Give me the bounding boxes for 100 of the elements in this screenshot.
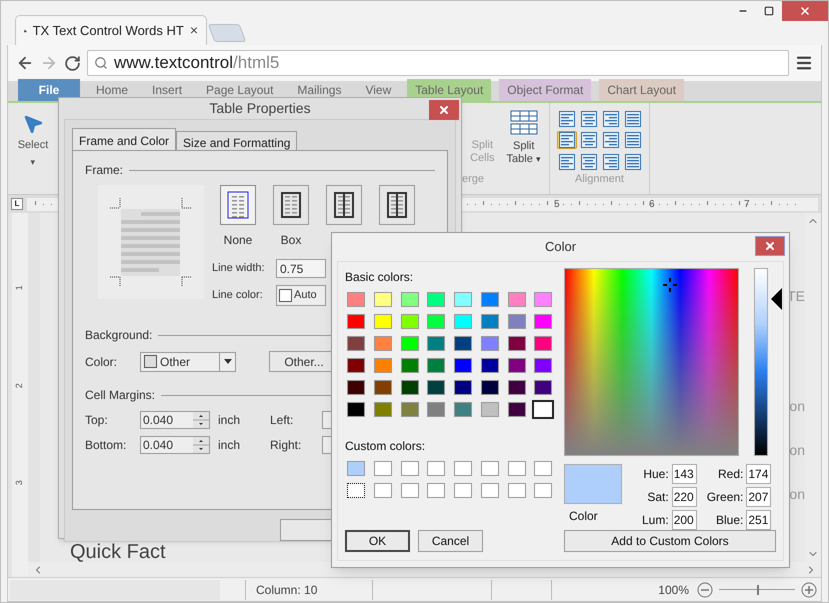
color-swatch[interactable] — [454, 358, 472, 373]
close-button[interactable] — [755, 236, 785, 256]
ribbon-tab[interactable]: Chart Layout — [599, 79, 684, 101]
tab-stop-button[interactable]: L — [11, 198, 23, 210]
color-swatch[interactable] — [508, 402, 526, 417]
color-swatch[interactable] — [454, 380, 472, 395]
zoom-slider[interactable] — [719, 582, 795, 596]
color-swatch[interactable] — [508, 483, 526, 498]
color-swatch[interactable] — [534, 358, 552, 373]
color-swatch[interactable] — [534, 380, 552, 395]
color-swatch[interactable] — [347, 402, 365, 417]
line-color-dropdown[interactable]: Auto — [276, 285, 326, 306]
color-swatch[interactable] — [480, 380, 499, 395]
ok-button[interactable]: OK — [345, 530, 410, 552]
color-swatch[interactable] — [374, 461, 392, 476]
color-spectrum[interactable] — [564, 268, 739, 456]
color-swatch[interactable] — [374, 358, 392, 373]
color-swatch[interactable] — [347, 314, 365, 329]
color-swatch[interactable] — [480, 358, 499, 373]
menu-icon[interactable] — [795, 54, 813, 72]
back-icon[interactable] — [16, 54, 34, 72]
align-button[interactable] — [600, 131, 620, 150]
color-swatch[interactable] — [347, 461, 365, 476]
cancel-button[interactable]: Cancel — [418, 530, 483, 552]
color-swatch[interactable] — [534, 336, 552, 351]
select-button[interactable]: Select ▾ — [8, 103, 58, 194]
color-swatch[interactable] — [480, 314, 499, 329]
align-button[interactable] — [556, 152, 576, 171]
color-swatch[interactable] — [427, 461, 446, 476]
ribbon-tab[interactable]: Mailings — [289, 79, 350, 101]
color-swatch[interactable] — [427, 314, 446, 329]
value-field[interactable]: 174 — [746, 464, 772, 484]
value-field[interactable]: 220 — [672, 487, 697, 507]
close-button[interactable] — [429, 100, 459, 120]
add-custom-colors-button[interactable]: Add to Custom Colors — [564, 530, 776, 552]
align-button[interactable] — [622, 110, 642, 128]
value-field[interactable]: 200 — [672, 510, 697, 530]
frame-button[interactable] — [273, 185, 309, 225]
color-swatch[interactable] — [480, 292, 499, 307]
color-swatch[interactable] — [480, 461, 499, 476]
align-button[interactable] — [622, 131, 642, 150]
color-swatch[interactable] — [400, 402, 418, 417]
color-swatch[interactable] — [508, 461, 526, 476]
color-swatch[interactable] — [400, 358, 418, 373]
color-swatch[interactable] — [454, 292, 472, 307]
dialog-tab[interactable]: Frame and Color — [72, 128, 176, 150]
color-swatch[interactable] — [454, 314, 472, 329]
value-field[interactable]: 207 — [746, 487, 772, 507]
frame-button[interactable] — [379, 185, 415, 225]
spin-arrows-icon[interactable] — [193, 437, 209, 453]
color-swatch[interactable] — [427, 336, 446, 351]
color-swatch[interactable] — [347, 483, 365, 498]
color-swatch[interactable] — [454, 336, 472, 351]
frame-button[interactable] — [220, 185, 256, 225]
align-button[interactable] — [578, 152, 598, 171]
ribbon-tab[interactable]: Page Layout — [198, 79, 282, 101]
ribbon-tab[interactable]: View — [357, 79, 400, 101]
color-swatch[interactable] — [400, 292, 418, 307]
align-button[interactable] — [556, 110, 576, 128]
margin-spin-field[interactable]: 0.040 — [140, 436, 210, 454]
split-table-button[interactable]: Split Table ▾ — [506, 109, 541, 171]
color-swatch[interactable] — [534, 402, 552, 417]
color-swatch[interactable] — [508, 336, 526, 351]
dialog-tab[interactable]: Size and Formatting — [176, 131, 298, 150]
color-swatch[interactable] — [400, 336, 418, 351]
color-swatch[interactable] — [508, 314, 526, 329]
color-swatch[interactable] — [454, 483, 472, 498]
color-swatch[interactable] — [400, 314, 418, 329]
line-width-field[interactable]: 0.75 — [276, 259, 326, 278]
color-swatch[interactable] — [374, 402, 392, 417]
reload-icon[interactable] — [64, 54, 81, 72]
color-swatch[interactable] — [347, 336, 365, 351]
close-button[interactable] — [782, 1, 828, 21]
background-color-dropdown[interactable]: Other — [140, 352, 236, 372]
luminance-arrow-icon[interactable] — [771, 288, 782, 310]
color-swatch[interactable] — [347, 358, 365, 373]
color-swatch[interactable] — [454, 402, 472, 417]
color-swatch[interactable] — [374, 314, 392, 329]
color-swatch[interactable] — [480, 402, 499, 417]
color-swatch[interactable] — [427, 358, 446, 373]
color-swatch[interactable] — [400, 380, 418, 395]
browser-tab[interactable]: TX Text Control Words HT × — [15, 15, 207, 45]
align-button[interactable] — [578, 131, 598, 150]
color-swatch[interactable] — [508, 358, 526, 373]
color-swatch[interactable] — [374, 483, 392, 498]
frame-button[interactable] — [326, 185, 362, 225]
color-swatch[interactable] — [427, 483, 446, 498]
zoom-out-icon[interactable] — [697, 582, 713, 598]
color-swatch[interactable] — [400, 461, 418, 476]
color-swatch[interactable] — [374, 336, 392, 351]
margin-spin-field[interactable]: 0.040 — [140, 411, 210, 429]
color-swatch[interactable] — [374, 292, 392, 307]
color-swatch[interactable] — [427, 292, 446, 307]
address-field[interactable]: www.textcontrol/html5 — [87, 50, 789, 76]
value-field[interactable]: 143 — [672, 464, 697, 484]
align-button[interactable] — [622, 152, 642, 171]
color-swatch[interactable] — [347, 292, 365, 307]
color-swatch[interactable] — [427, 380, 446, 395]
color-swatch[interactable] — [508, 380, 526, 395]
align-button[interactable] — [600, 152, 620, 171]
